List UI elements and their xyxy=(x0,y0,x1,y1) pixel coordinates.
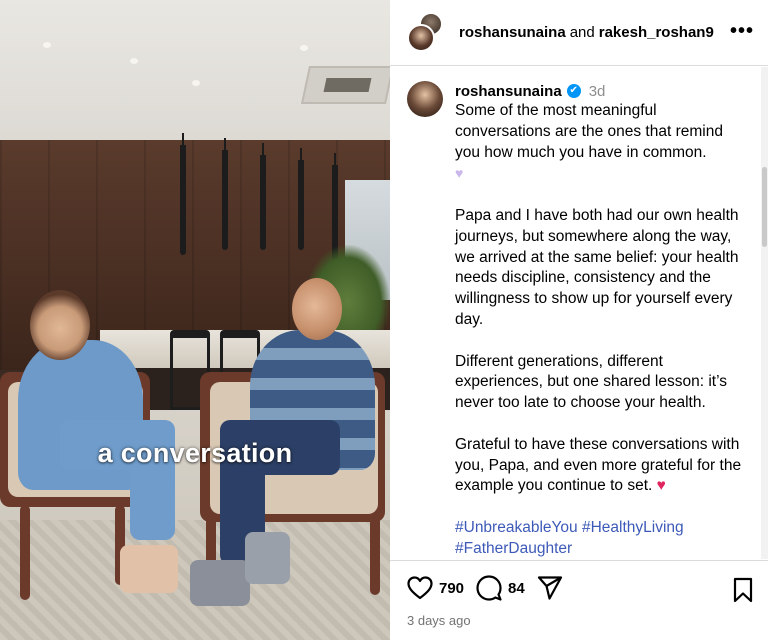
ac-vent xyxy=(300,66,390,104)
share-button[interactable] xyxy=(537,576,563,600)
comment-button[interactable]: 84 xyxy=(476,575,537,601)
comment-timestamp[interactable]: 3d xyxy=(589,83,606,100)
author-link[interactable]: rakesh_roshan9 xyxy=(599,24,714,41)
author-conjunction: and xyxy=(569,24,595,41)
share-icon xyxy=(537,576,562,600)
comment-body: roshansunaina ✔ 3d Some of the most mean… xyxy=(455,81,750,559)
woman-head xyxy=(30,290,90,360)
collab-avatars[interactable] xyxy=(407,11,445,54)
video-caption: a conversation xyxy=(97,438,293,468)
post-sidebar: roshansunaina and rakesh_roshan9 ••• ros… xyxy=(390,0,768,640)
comment-header: roshansunaina ✔ 3d xyxy=(455,81,750,101)
caption-paragraph: Some of the most meaningful conversation… xyxy=(455,101,750,185)
chair-leg xyxy=(370,515,380,595)
scrollbar-thumb[interactable] xyxy=(762,167,767,247)
pendant-light xyxy=(180,133,186,255)
post-date[interactable]: 3 days ago xyxy=(407,613,471,628)
man-head xyxy=(292,278,342,340)
post-actions: 790 84 3 days ago xyxy=(390,560,768,640)
hashtag-link[interactable]: #HealthyLiving xyxy=(582,519,684,536)
heart-icon xyxy=(407,576,433,600)
hashtag-link[interactable]: #FatherDaughter xyxy=(455,540,572,557)
ceiling-light xyxy=(300,45,308,51)
like-count[interactable]: 790 xyxy=(439,580,464,597)
man-sneaker xyxy=(245,532,290,584)
chair-leg xyxy=(20,505,30,600)
caption-text: Some of the most meaningful conversation… xyxy=(455,102,723,161)
hashtags: #UnbreakableYou #HealthyLiving #FatherDa… xyxy=(455,518,750,559)
ceiling-light xyxy=(130,58,138,64)
verified-badge-icon: ✔ xyxy=(566,84,581,98)
pendant-light xyxy=(260,143,266,250)
post-modal: a conversation roshansunaina and rakesh_… xyxy=(0,0,768,640)
pendant-light xyxy=(222,138,228,250)
ceiling-light xyxy=(43,42,51,48)
lavender-heart-icon: ♥ xyxy=(455,165,464,182)
comment-icon xyxy=(476,575,502,601)
comment-text: Some of the most meaningful conversation… xyxy=(455,101,750,559)
pendant-light xyxy=(298,148,304,250)
red-heart-icon: ♥ xyxy=(656,477,666,495)
caption-paragraph: Papa and I have both had our own health … xyxy=(455,206,739,328)
scrollbar[interactable] xyxy=(761,67,768,559)
comment-count: 84 xyxy=(508,579,525,597)
bookmark-icon xyxy=(733,577,753,603)
comment-username[interactable]: roshansunaina xyxy=(455,83,562,100)
man-sneaker xyxy=(190,560,250,606)
avatar xyxy=(407,23,435,52)
save-button[interactable] xyxy=(732,577,754,608)
caption-paragraph: Grateful to have these conversations wit… xyxy=(455,435,750,497)
avatar[interactable] xyxy=(407,81,443,117)
author-link[interactable]: roshansunaina xyxy=(459,24,566,41)
post-header: roshansunaina and rakesh_roshan9 ••• xyxy=(390,0,768,66)
action-row: 790 84 xyxy=(407,575,563,601)
more-options-icon[interactable]: ••• xyxy=(730,21,754,41)
hashtag-link[interactable]: #UnbreakableYou xyxy=(455,519,578,536)
caption-text: Grateful to have these conversations wit… xyxy=(455,435,742,495)
comments-scroll-area[interactable]: roshansunaina ✔ 3d Some of the most mean… xyxy=(390,67,768,559)
caption-comment: roshansunaina ✔ 3d Some of the most mean… xyxy=(407,81,759,559)
caption-paragraph: Different generations, different experie… xyxy=(455,352,727,412)
woman-heels xyxy=(120,545,178,593)
post-authors: roshansunaina and rakesh_roshan9 xyxy=(459,24,714,41)
video-player[interactable]: a conversation xyxy=(0,0,390,640)
ceiling-light xyxy=(192,80,200,86)
like-button[interactable]: 790 xyxy=(407,576,476,600)
